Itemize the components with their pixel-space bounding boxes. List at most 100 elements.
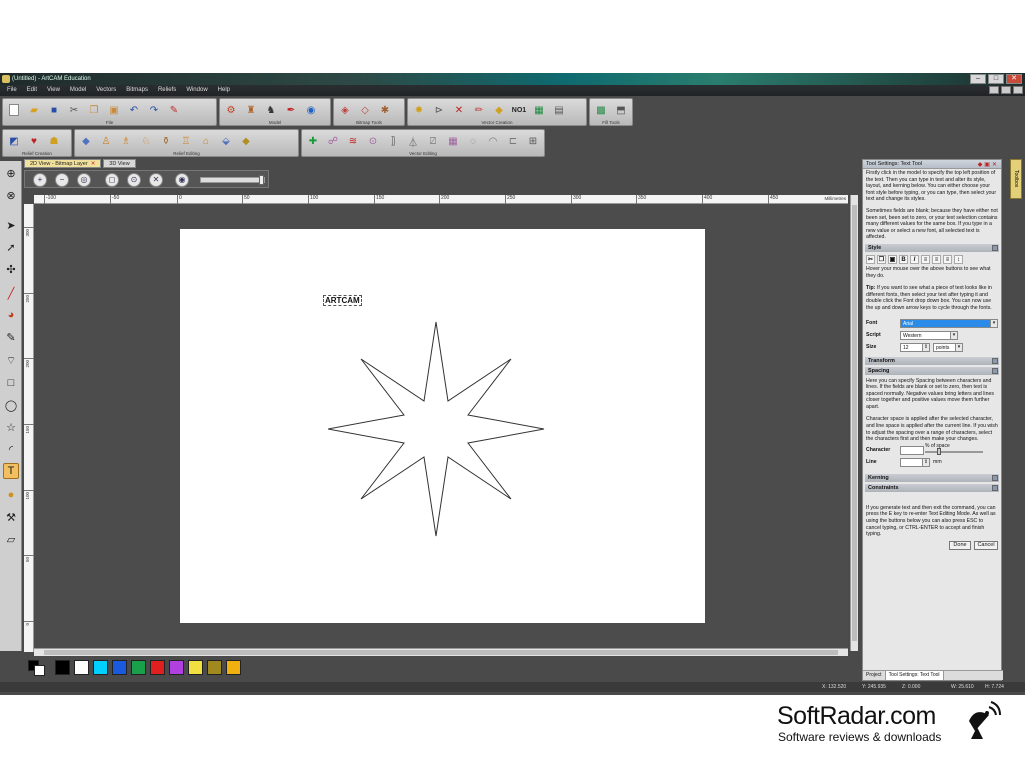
vector-trim-icon[interactable]: ⍁ [424,132,442,150]
relief-gold-icon[interactable]: ◆ [237,132,255,150]
minimize-button[interactable]: – [970,74,986,84]
relief-stack-icon[interactable]: ☗ [45,132,63,150]
vector-curve-icon[interactable]: ◌ [464,132,482,150]
done-button[interactable]: Done [949,540,971,550]
menu-vectors[interactable]: Vectors [91,85,121,96]
align-center-icon[interactable]: ≡ [932,254,941,264]
collapse-icon[interactable] [992,367,998,374]
redo-icon[interactable]: ↷ [145,101,163,119]
edit-icon[interactable]: ✎ [165,101,183,119]
close-tab-icon[interactable]: ✕ [91,161,96,167]
spacing-section-header[interactable]: Spacing [865,366,999,375]
tab-tool-settings[interactable]: Tool Settings: Text Tool [885,671,944,680]
relief-figure4-icon[interactable]: ♖ [177,132,195,150]
fill-shape-icon[interactable]: ⬒ [612,101,630,119]
relief-cube-icon[interactable]: ⬙ [217,132,235,150]
camera-icon[interactable]: ◉ [175,173,189,187]
copy-icon[interactable]: ❐ [85,101,103,119]
bold-icon[interactable]: B [899,254,908,264]
italic-icon[interactable]: I [910,254,919,264]
zoom-slider-knob[interactable] [259,175,264,185]
collapse-icon[interactable] [992,244,998,251]
transform-section-header[interactable]: Transform [865,356,999,365]
cut-text-icon[interactable]: ✂ [866,254,875,264]
stepper-icon[interactable]: ⇕ [922,343,929,351]
expand-icon[interactable] [992,484,998,491]
vector-wave-icon[interactable]: ≋ [344,132,362,150]
line-spacing-input[interactable]: ⇕ [900,457,930,467]
tab-2d-view[interactable]: 2D View - Bitmap Layer ✕ [24,159,102,168]
vector-bracket-icon[interactable]: ⟧ [384,132,402,150]
vector-fill-icon[interactable]: ◆ [490,101,508,119]
scroll-thumb[interactable] [44,650,838,655]
relief-model-icon[interactable]: ♜ [242,101,260,119]
slider-knob[interactable] [937,447,941,455]
pen-icon[interactable]: ╱ [3,285,19,301]
bitmap-arrow-icon[interactable]: ◈ [336,101,354,119]
zoom-fit-icon[interactable]: ◎ [77,173,91,187]
menu-reliefs[interactable]: Reliefs [153,85,181,96]
star-outline[interactable] [328,321,545,537]
secondary-color-swatch[interactable] [34,665,45,676]
save-icon[interactable]: ■ [45,101,63,119]
tab-3d-view[interactable]: 3D View [103,159,136,168]
line-spacing-icon[interactable]: ↕ [954,254,963,264]
vector-star-icon[interactable]: ✸ [410,101,428,119]
toolbox-side-tab[interactable]: Toolbox [1010,159,1022,199]
measure-icon[interactable]: ⚒ [3,509,19,525]
vector-grid-icon[interactable]: ▦ [530,101,548,119]
model-settings-icon[interactable]: ⚙ [222,101,240,119]
text-object[interactable]: ARTCAM [323,295,362,306]
globe-icon[interactable]: ◉ [302,101,320,119]
style-section-header[interactable]: Style [865,243,999,252]
vector-corner-icon[interactable]: ⊏ [504,132,522,150]
relief-figure-icon[interactable]: ♙ [97,132,115,150]
expand-icon[interactable] [992,474,998,481]
vector-mirror-icon[interactable]: ⏃ [404,132,422,150]
new-file-icon[interactable] [5,101,23,119]
palette-swatch[interactable] [226,660,241,675]
transform-icon[interactable]: ✣ [3,261,19,277]
doc-close-button[interactable] [1013,86,1023,94]
palette-swatch[interactable] [150,660,165,675]
menu-model[interactable]: Model [65,85,91,96]
copy-text-icon[interactable]: ❐ [877,254,886,264]
script-dropdown[interactable]: Western ▾ [900,330,958,340]
palette-swatch[interactable] [131,660,146,675]
vector-pencil-icon[interactable]: ✏ [470,101,488,119]
bitmap-model-icon[interactable]: ♞ [262,101,280,119]
expand-icon[interactable] [992,357,998,364]
paste-text-icon[interactable]: ▣ [888,254,897,264]
palette-swatch[interactable] [169,660,184,675]
vector-node-icon[interactable]: ⊳ [430,101,448,119]
relief-shape-icon[interactable]: ◩ [5,132,23,150]
align-left-icon[interactable]: ≡ [921,254,930,264]
open-folder-icon[interactable]: ▰ [25,101,43,119]
pen-model-icon[interactable]: ✒ [282,101,300,119]
panel-pin-close-icon[interactable]: ◆▣✕ [978,161,999,170]
palette-swatch[interactable] [55,660,70,675]
palette-swatch[interactable] [207,660,222,675]
relief-pot-icon[interactable]: ⚱ [157,132,175,150]
eraser-icon[interactable]: ▱ [3,531,19,547]
vector-delete-icon[interactable]: ✕ [450,101,468,119]
cut-icon[interactable]: ✂ [65,101,83,119]
chevron-down-icon[interactable]: ▾ [950,331,957,339]
maximize-button[interactable]: □ [988,74,1004,84]
paste-icon[interactable]: ▣ [105,101,123,119]
ellipse-icon[interactable]: ◯ [3,397,19,413]
vertical-scrollbar[interactable] [850,195,858,651]
palette-swatch[interactable] [74,660,89,675]
vector-cross-icon[interactable]: ✚ [304,132,322,150]
constraints-section-header[interactable]: Constraints [865,483,999,492]
kerning-section-header[interactable]: Kerning [865,473,999,482]
close-button[interactable]: ✕ [1006,74,1022,84]
stepper-icon[interactable]: ⇕ [922,458,929,466]
palette-swatch[interactable] [188,660,203,675]
character-spacing-slider[interactable] [925,447,983,455]
align-right-icon[interactable]: ≡ [943,254,952,264]
relief-arch-icon[interactable]: ⌂ [197,132,215,150]
horizontal-scrollbar[interactable] [34,648,848,656]
bitmap-edit-icon[interactable]: ✱ [376,101,394,119]
zoom-window-icon[interactable]: ◻ [105,173,119,187]
